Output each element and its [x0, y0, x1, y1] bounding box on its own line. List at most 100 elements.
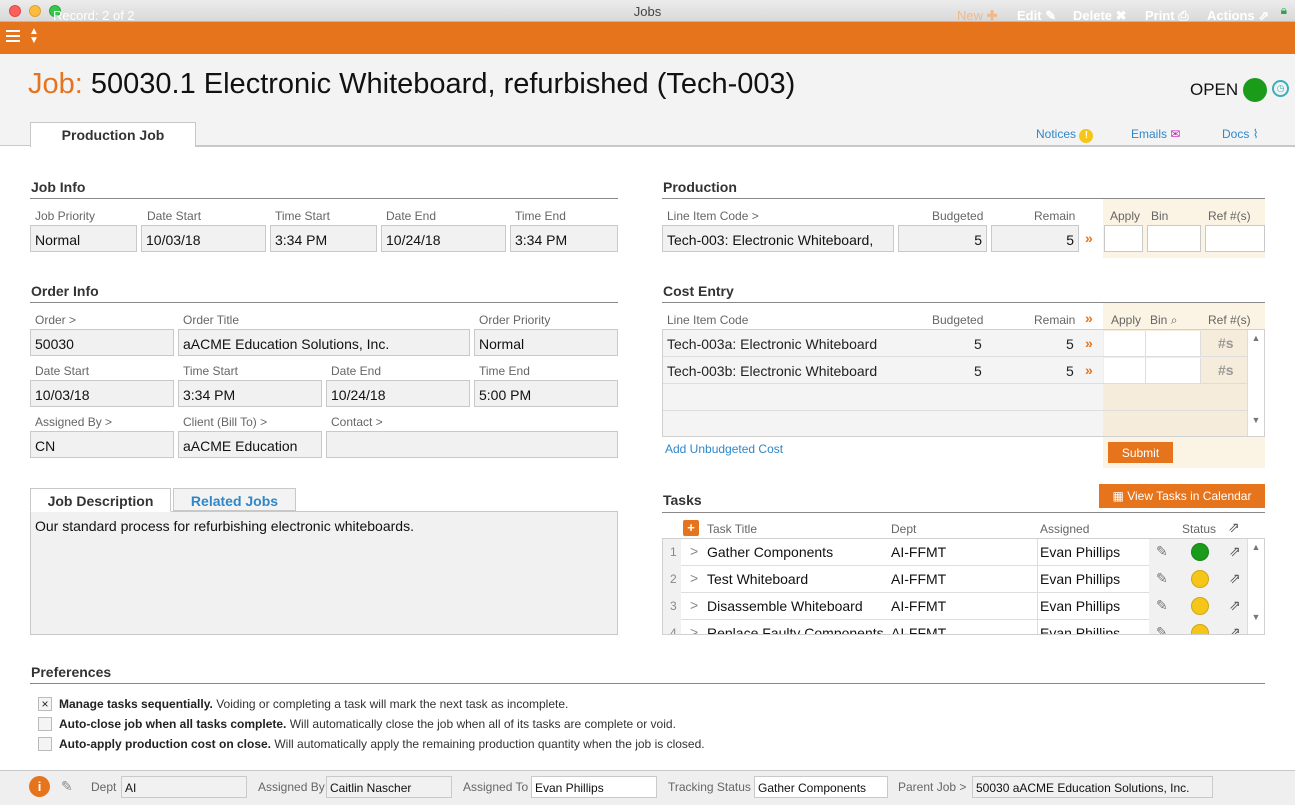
date-start-field[interactable]: 10/03/18	[141, 225, 266, 252]
footer-parent-job-field[interactable]: 50030 aACME Education Solutions, Inc.	[972, 776, 1213, 798]
auto-close-job-checkbox[interactable]	[38, 717, 52, 731]
pin-icon[interactable]: ✎	[1156, 543, 1168, 560]
footer-assigned-by-field[interactable]: Caitlin Nascher	[326, 776, 452, 798]
order-title-field[interactable]: aACME Education Solutions, Inc.	[178, 329, 470, 356]
cost-bin-input[interactable]	[1146, 331, 1201, 356]
pin-icon[interactable]: ✎	[1156, 570, 1168, 587]
add-task-icon[interactable]: +	[683, 520, 699, 536]
task-assigned: Evan Phillips	[1040, 598, 1121, 614]
cost-entry-scrollbar[interactable]: ▲ ▼	[1247, 330, 1264, 436]
order-date-start-field[interactable]: 10/03/18	[30, 380, 174, 407]
arrow-out-icon[interactable]: ⇗	[1229, 597, 1241, 614]
column-divider	[1037, 620, 1038, 634]
client-label[interactable]: Client (Bill To) >	[183, 415, 267, 429]
time-start-field[interactable]: 3:34 PM	[270, 225, 377, 252]
table-row[interactable]: 3 Disassemble Whiteboard AI-FFMT Evan Phill…	[663, 593, 1264, 620]
job-priority-field[interactable]: Normal	[30, 225, 137, 252]
print-button[interactable]: Print ⎙	[1145, 8, 1189, 24]
cost-apply-input[interactable]	[1104, 331, 1146, 356]
contact-field[interactable]	[326, 431, 618, 458]
submit-button[interactable]: Submit	[1108, 442, 1173, 463]
apply-remain-chevron-icon[interactable]: »	[1085, 230, 1093, 246]
status-dot-icon[interactable]	[1243, 78, 1267, 102]
new-button[interactable]: New ✚	[957, 8, 998, 24]
production-ref-input[interactable]	[1205, 225, 1265, 252]
apply-row-chevron-icon[interactable]: »	[1085, 362, 1093, 378]
production-bin-input[interactable]	[1147, 225, 1201, 252]
task-assigned: Evan Phillips	[1040, 544, 1121, 560]
emails-link[interactable]: Emails ✉	[1131, 127, 1180, 141]
order-date-end-field[interactable]: 10/24/18	[326, 380, 470, 407]
order-title-label: Order Title	[183, 313, 240, 327]
table-row[interactable]: 4 Replace Faulty Components AI-FFMT Evan Ph…	[663, 620, 1264, 634]
column-divider	[1037, 539, 1038, 566]
bin-label: Bin	[1151, 209, 1169, 223]
production-line-item-field[interactable]: Tech-003: Electronic Whiteboard,	[662, 225, 894, 252]
expand-chevron-icon[interactable]: >	[690, 624, 698, 634]
pin-icon[interactable]: ✎	[61, 778, 73, 795]
assigned-by-label[interactable]: Assigned By >	[35, 415, 112, 429]
status-dot-icon[interactable]	[1191, 570, 1209, 588]
clock-icon[interactable]: ◷	[1272, 80, 1289, 97]
tab-production-job[interactable]: Production Job	[30, 122, 196, 147]
docs-link[interactable]: Docs ⌇	[1222, 127, 1259, 141]
menu-icon[interactable]	[6, 29, 20, 43]
arrow-out-icon[interactable]: ⇗	[1229, 543, 1241, 560]
tasks-scrollbar[interactable]: ▲ ▼	[1247, 539, 1264, 634]
line-item-code-label[interactable]: Line Item Code >	[667, 209, 759, 223]
order-time-start-field[interactable]: 3:34 PM	[178, 380, 322, 407]
client-field[interactable]: aACME Education	[178, 431, 322, 458]
notices-link[interactable]: Notices !	[1036, 127, 1094, 143]
time-end-field[interactable]: 3:34 PM	[510, 225, 618, 252]
footer-dept-field[interactable]: AI	[121, 776, 247, 798]
alert-icon: !	[1079, 129, 1094, 143]
date-end-field[interactable]: 10/24/18	[381, 225, 506, 252]
apply-row-chevron-icon[interactable]: »	[1085, 335, 1093, 351]
auto-apply-production-cost-checkbox[interactable]	[38, 737, 52, 751]
job-description-text[interactable]: Our standard process for refurbishing el…	[30, 511, 618, 635]
tab-related-jobs[interactable]: Related Jobs	[173, 488, 296, 511]
tab-job-description[interactable]: Job Description	[30, 488, 171, 512]
info-icon[interactable]: i	[29, 776, 50, 797]
status-dot-icon[interactable]	[1191, 543, 1209, 561]
arrow-out-icon[interactable]: ⇗	[1229, 570, 1241, 587]
view-tasks-in-calendar-button[interactable]: ▦ View Tasks in Calendar	[1099, 484, 1265, 508]
order-field[interactable]: 50030	[30, 329, 174, 356]
footer-assigned-to-field[interactable]: Evan Phillips	[531, 776, 657, 798]
divider	[662, 198, 1265, 199]
cost-bin-input[interactable]	[1146, 358, 1201, 383]
pin-icon[interactable]: ✎	[1156, 624, 1168, 634]
footer-tracking-field[interactable]: Gather Components	[754, 776, 888, 798]
footer-parent-job-label[interactable]: Parent Job >	[898, 780, 966, 794]
delete-button[interactable]: Delete ✖	[1073, 8, 1127, 24]
production-apply-input[interactable]	[1104, 225, 1143, 252]
pin-icon[interactable]: ✎	[1156, 597, 1168, 614]
actions-button[interactable]: Actions ⇗	[1207, 8, 1269, 24]
order-priority-field[interactable]: Normal	[474, 329, 618, 356]
edit-button[interactable]: Edit ✎	[1017, 8, 1056, 24]
assigned-by-field[interactable]: CN	[30, 431, 174, 458]
search-icon[interactable]: ⌕	[1171, 313, 1178, 327]
production-heading: Production	[663, 179, 737, 195]
hash-icon[interactable]: #s	[1218, 362, 1234, 378]
cost-apply-input[interactable]	[1104, 358, 1146, 383]
expand-chevron-icon[interactable]: >	[690, 570, 698, 586]
order-label[interactable]: Order >	[35, 313, 76, 327]
status-dot-icon[interactable]	[1191, 624, 1209, 634]
column-divider	[1037, 566, 1038, 593]
expand-chevron-icon[interactable]: >	[690, 543, 698, 559]
contact-label[interactable]: Contact >	[331, 415, 383, 429]
expand-chevron-icon[interactable]: >	[690, 597, 698, 613]
record-navigation-arrows[interactable]: ▲ ▼	[29, 27, 39, 46]
add-unbudgeted-cost-link[interactable]: Add Unbudgeted Cost	[665, 442, 783, 456]
arrow-out-icon[interactable]: ⇗	[1228, 519, 1240, 536]
manage-tasks-sequentially-checkbox[interactable]: ×	[38, 697, 52, 711]
table-row[interactable]: 2 Test Whiteboard AI-FFMT Evan Phillips > ✎ ⇗	[663, 566, 1264, 593]
arrow-out-icon[interactable]: ⇗	[1229, 624, 1241, 634]
plus-icon: ✚	[986, 8, 998, 23]
status-dot-icon[interactable]	[1191, 597, 1209, 615]
order-time-end-field[interactable]: 5:00 PM	[474, 380, 618, 407]
table-row[interactable]: 1 Gather Components AI-FFMT Evan Phillips > ✎…	[663, 539, 1264, 566]
apply-all-chevron-icon[interactable]: »	[1085, 310, 1093, 326]
hash-icon[interactable]: #s	[1218, 335, 1234, 351]
